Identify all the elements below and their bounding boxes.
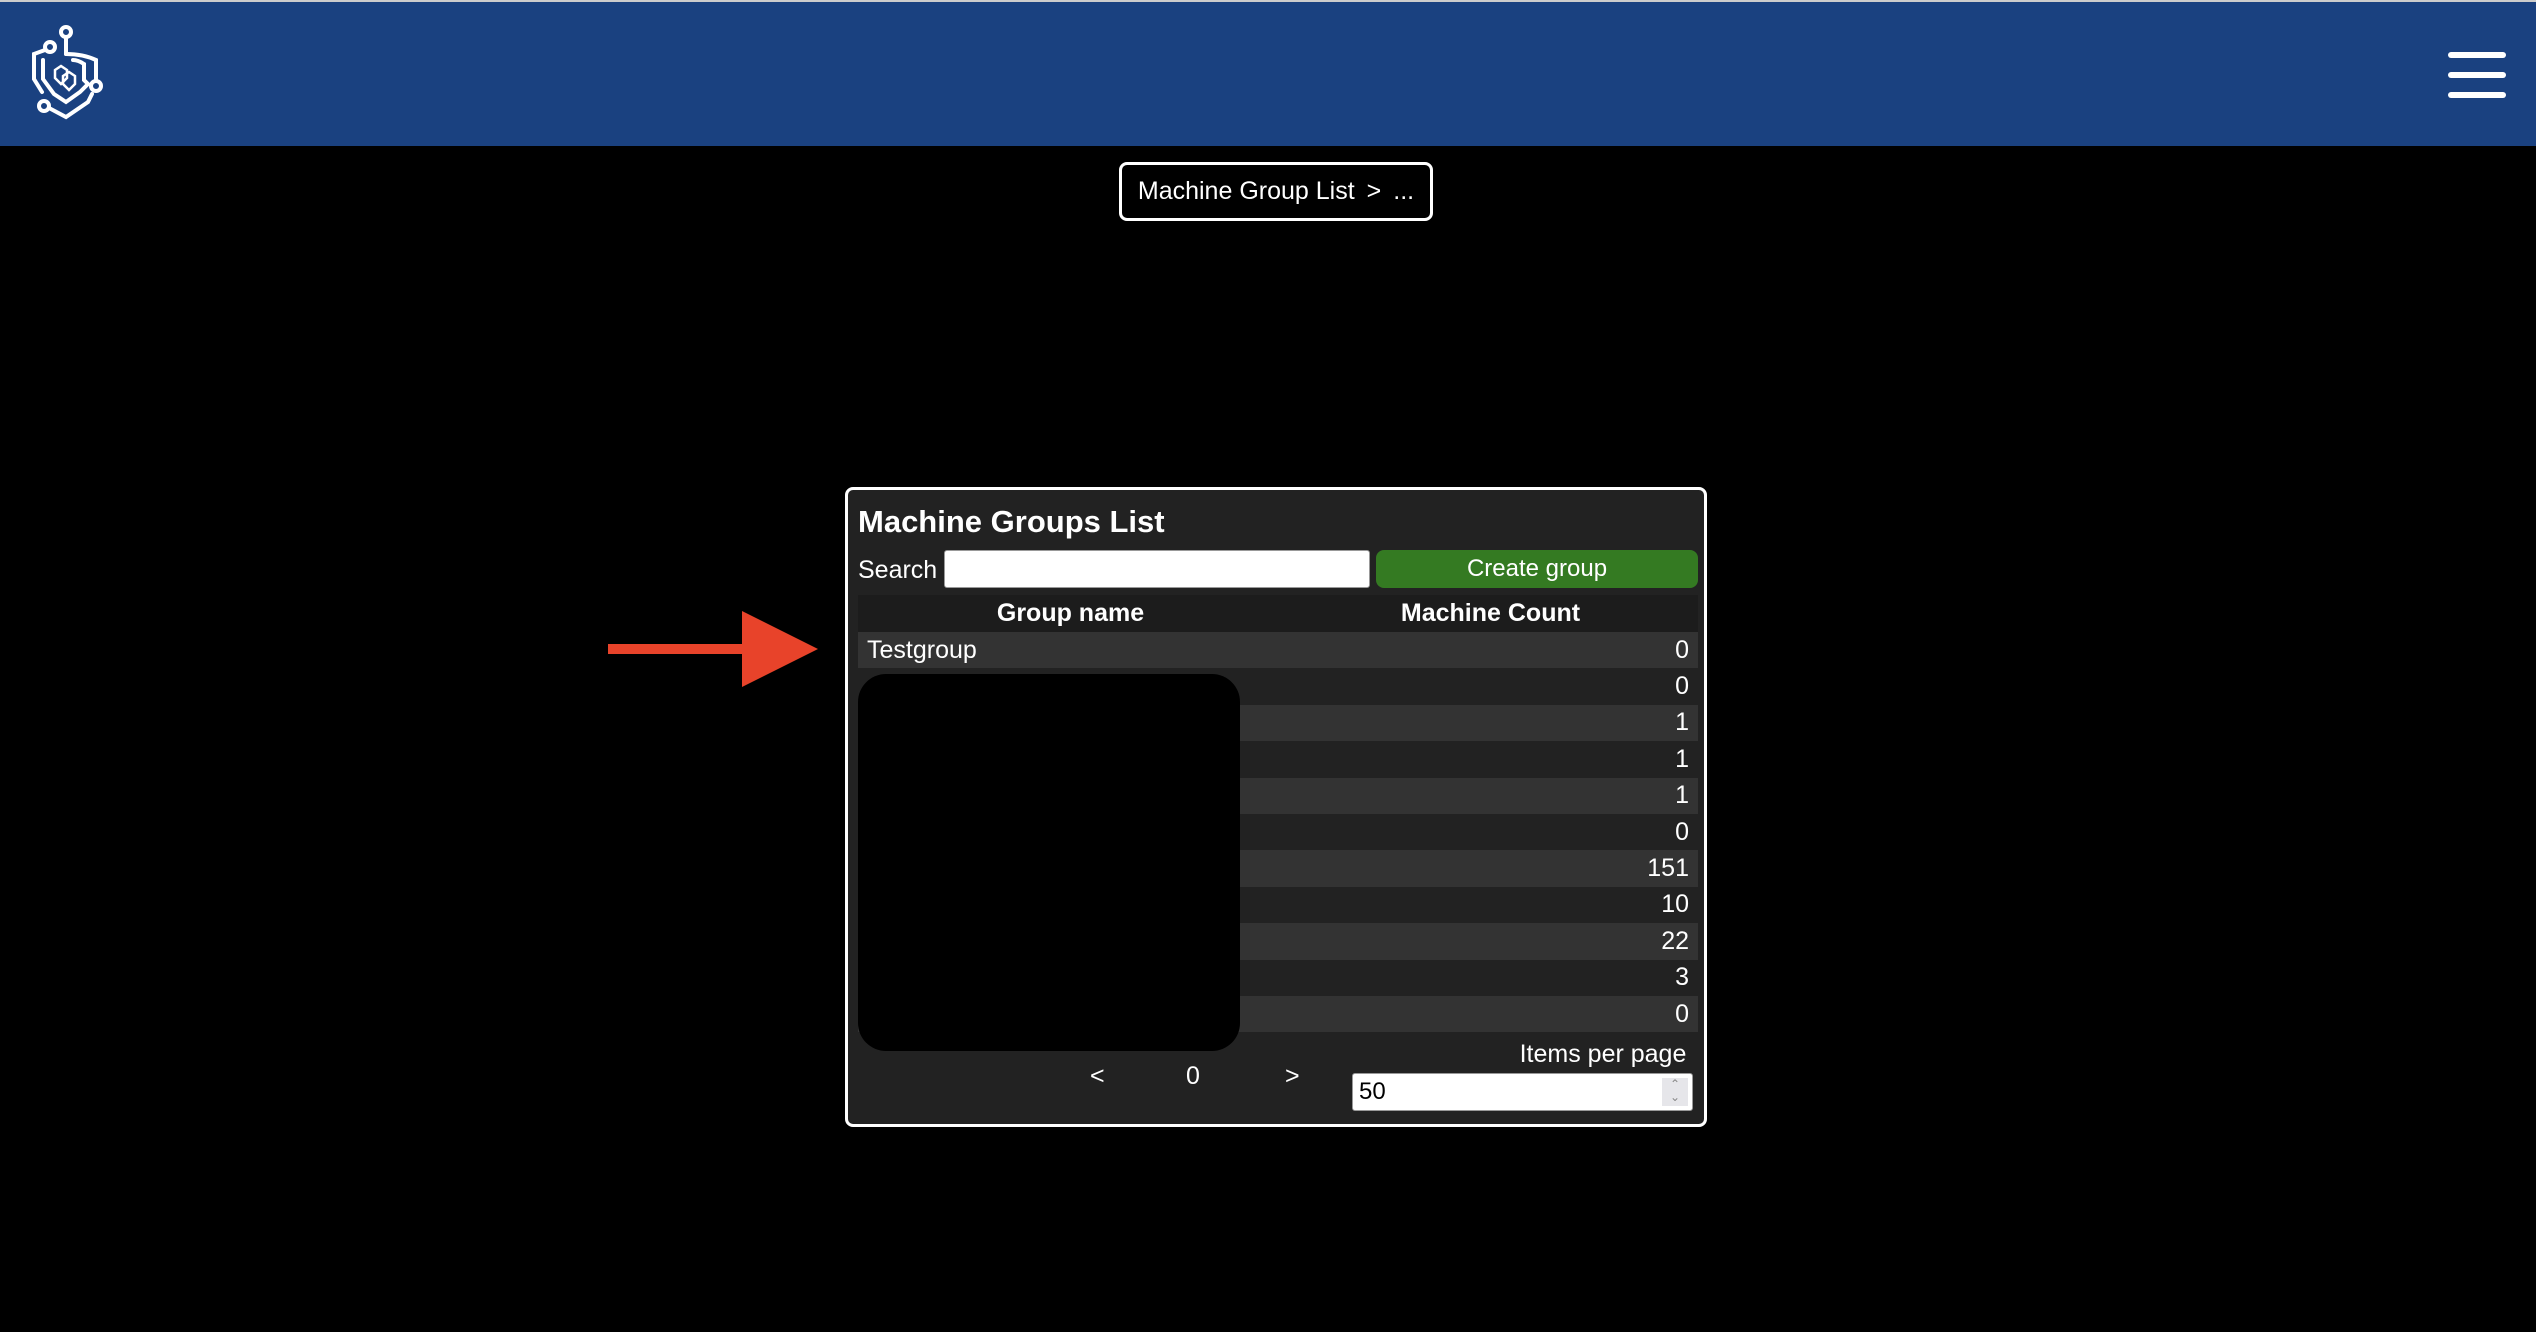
machine-count-cell: 0 — [1675, 635, 1689, 664]
annotation-arrow-icon — [608, 611, 818, 687]
breadcrumb-separator: > — [1366, 177, 1382, 205]
next-page-button[interactable]: > — [1285, 1062, 1300, 1091]
column-header-group-name[interactable]: Group name — [858, 599, 1283, 628]
create-group-button[interactable]: Create group — [1376, 550, 1698, 588]
machine-groups-panel: Machine Groups List Search Create group … — [845, 487, 1707, 1127]
top-bar — [0, 0, 2536, 146]
items-per-page-value: 50 — [1359, 1078, 1386, 1105]
machine-count-cell: 22 — [1661, 926, 1689, 955]
machine-count-cell: 0 — [1675, 817, 1689, 846]
items-per-page-input[interactable]: 50 ⌃ ⌄ — [1352, 1073, 1693, 1111]
machine-count-cell: 151 — [1647, 854, 1689, 883]
group-name-cell[interactable]: Testgroup — [858, 636, 1367, 665]
redaction-box — [858, 674, 1240, 1051]
machine-count-cell: 1 — [1675, 744, 1689, 773]
machine-count-cell: 0 — [1675, 999, 1689, 1028]
hamburger-menu-icon[interactable] — [2448, 52, 2506, 98]
prev-page-button[interactable]: < — [1090, 1062, 1105, 1091]
shield-circuit-logo-icon[interactable] — [28, 24, 108, 124]
stepper-arrows-icon[interactable]: ⌃ ⌄ — [1662, 1078, 1688, 1106]
items-per-page-label: Items per page — [1519, 1040, 1687, 1068]
machine-count-cell: 3 — [1675, 963, 1689, 992]
table-header: Group name Machine Count — [858, 595, 1698, 632]
table-row[interactable]: Testgroup 0 — [858, 632, 1698, 669]
search-label: Search — [858, 556, 938, 584]
machine-count-cell: 10 — [1661, 890, 1689, 919]
breadcrumb: Machine Group List > ... — [1119, 162, 1433, 221]
current-page: 0 — [1186, 1062, 1200, 1090]
breadcrumb-current: ... — [1393, 177, 1415, 205]
breadcrumb-item[interactable]: Machine Group List — [1138, 177, 1355, 206]
machine-count-cell: 0 — [1675, 672, 1689, 701]
search-input[interactable] — [944, 550, 1370, 588]
column-header-machine-count[interactable]: Machine Count — [1283, 599, 1698, 628]
machine-count-cell: 1 — [1675, 781, 1689, 810]
panel-title: Machine Groups List — [858, 504, 1165, 539]
machine-count-cell: 1 — [1675, 708, 1689, 737]
